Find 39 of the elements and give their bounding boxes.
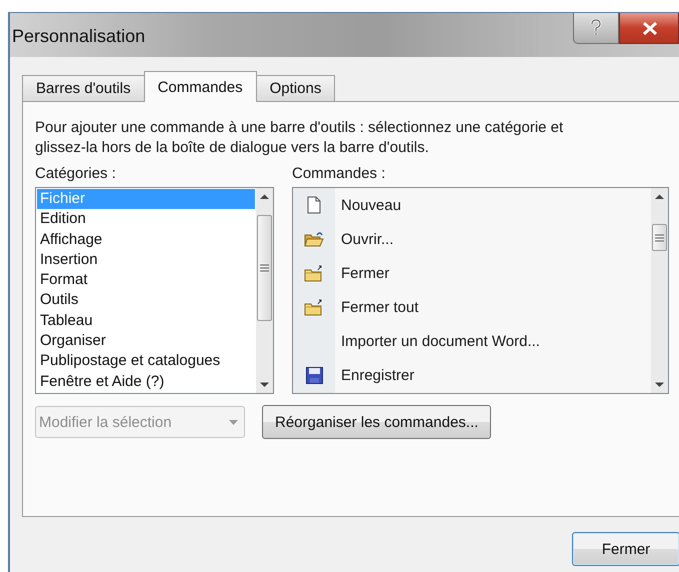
category-item[interactable]: Outils xyxy=(37,290,255,311)
scrollbar[interactable] xyxy=(651,188,668,393)
close-dialog-button[interactable]: Fermer xyxy=(572,532,679,566)
close-button[interactable] xyxy=(619,13,679,44)
command-item[interactable]: Fermer tout xyxy=(335,299,419,316)
category-item[interactable]: Tableau xyxy=(37,310,255,332)
category-item[interactable]: Publipostage et catalogues xyxy=(37,351,255,372)
scroll-thumb[interactable] xyxy=(257,215,272,321)
grip-icon xyxy=(655,234,664,242)
grip-icon xyxy=(260,264,269,272)
categories-label: Catégories : xyxy=(35,164,117,184)
open-folder-icon xyxy=(304,230,324,248)
tab[interactable]: Options xyxy=(256,75,336,102)
window-title: Personnalisation xyxy=(11,25,146,47)
page-icon xyxy=(307,196,321,214)
command-item[interactable]: Fermer xyxy=(335,264,390,282)
category-item[interactable]: Organiser xyxy=(37,331,255,352)
help-icon xyxy=(590,19,602,37)
command-item[interactable]: Importer un document Word... xyxy=(335,333,540,350)
rearrange-commands-button[interactable]: Réorganiser les commandes... xyxy=(262,405,492,439)
scroll-thumb[interactable] xyxy=(652,224,667,251)
tab[interactable]: Commandes xyxy=(144,71,257,102)
category-item[interactable]: Fenêtre et Aide (?) xyxy=(37,372,255,392)
folder-icon xyxy=(304,264,324,282)
category-item[interactable]: Insertion xyxy=(37,250,255,270)
folder-icon xyxy=(304,299,324,316)
help-button[interactable] xyxy=(573,13,619,44)
close-icon xyxy=(642,22,658,34)
command-item[interactable]: Nouveau xyxy=(335,196,402,214)
category-item[interactable]: Affichage xyxy=(37,230,255,250)
command-item[interactable]: Enregistrer xyxy=(335,367,414,384)
scrollbar[interactable] xyxy=(256,188,273,393)
dropdown-caret-icon xyxy=(229,420,238,424)
category-item[interactable]: Format xyxy=(37,270,255,290)
category-item[interactable]: Edition xyxy=(37,209,255,230)
command-item[interactable]: Ouvrir... xyxy=(335,230,394,248)
instructions-text: Pour ajouter une commande à une barre d'outils : sélectionnez une catégorie et glissez-la hors de la boîte de dialogue vers la barre d'outils. xyxy=(35,118,564,158)
commands-label: Commandes : xyxy=(292,164,386,184)
tab[interactable]: Barres d'outils xyxy=(22,75,145,102)
